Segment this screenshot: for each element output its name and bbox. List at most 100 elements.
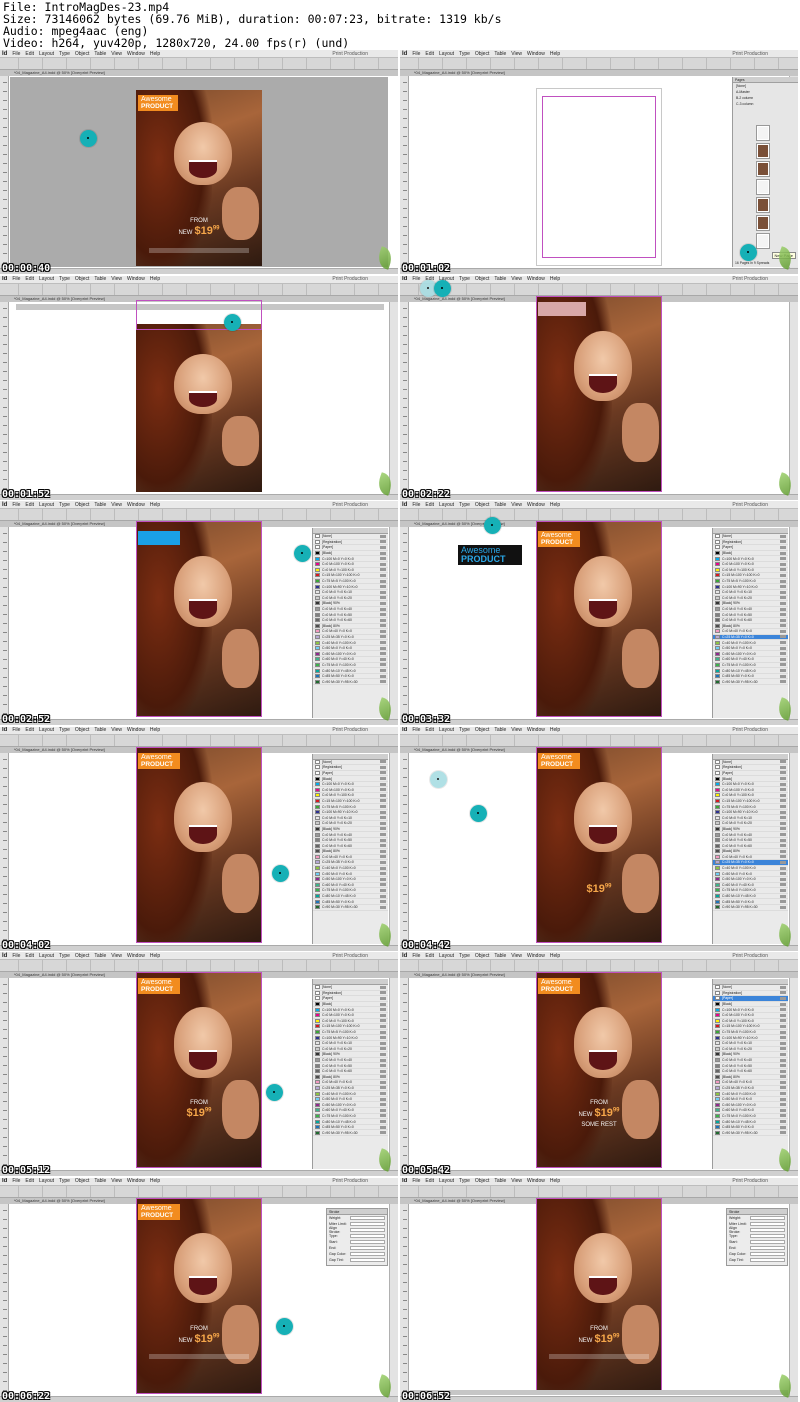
menu-view[interactable]: View [511, 51, 522, 57]
menu-layout[interactable]: Layout [39, 953, 54, 959]
menu-object[interactable]: Object [475, 727, 489, 733]
menu-edit[interactable]: Edit [425, 51, 434, 57]
document-tab[interactable]: *04_Magazine_A4.indd @ 50% [Overprint Pr… [0, 70, 398, 76]
menu-window[interactable]: Window [527, 953, 545, 959]
menu-type[interactable]: Type [459, 51, 470, 57]
menu-file[interactable]: File [412, 953, 420, 959]
menu-file[interactable]: File [412, 51, 420, 57]
menu-object[interactable]: Object [75, 51, 89, 57]
menu-edit[interactable]: Edit [25, 727, 34, 733]
menu-edit[interactable]: Edit [25, 502, 34, 508]
menu-layout[interactable]: Layout [439, 727, 454, 733]
menu-edit[interactable]: Edit [425, 953, 434, 959]
menu-view[interactable]: View [511, 953, 522, 959]
page-thumbnail[interactable] [757, 126, 769, 140]
control-panel[interactable] [0, 1185, 398, 1198]
panel-dock-strip[interactable] [389, 1203, 398, 1396]
stroke-option-row[interactable]: Gap Tint: [727, 1257, 787, 1263]
menu-window[interactable]: Window [127, 1178, 145, 1184]
menu-table[interactable]: Table [494, 1178, 506, 1184]
stroke-option-field[interactable] [750, 1221, 785, 1226]
control-panel[interactable] [0, 960, 398, 972]
stroke-option-field[interactable] [750, 1245, 785, 1250]
menu-file[interactable]: File [12, 502, 20, 508]
menu-window[interactable]: Window [127, 727, 145, 733]
workspace-switcher[interactable]: Print Production [332, 502, 398, 508]
menu-type[interactable]: Type [459, 953, 470, 959]
workspace-switcher[interactable]: Print Production [332, 953, 398, 959]
tools-panel[interactable] [400, 301, 409, 494]
menu-object[interactable]: Object [75, 1178, 89, 1184]
menu-object[interactable]: Object [475, 953, 489, 959]
menu-object[interactable]: Object [75, 727, 89, 733]
stroke-option-field[interactable] [750, 1215, 785, 1220]
product-tag[interactable]: Awesome PRODUCT [538, 752, 580, 769]
tools-panel[interactable] [400, 1203, 409, 1396]
page-thumbnail[interactable] [757, 234, 769, 248]
stroke-option-field[interactable] [350, 1239, 385, 1244]
panel-dock-strip[interactable] [389, 978, 398, 1170]
menu-view[interactable]: View [111, 51, 122, 57]
stroke-option-field[interactable] [350, 1221, 385, 1226]
tools-panel[interactable] [400, 752, 409, 945]
menu-file[interactable]: File [12, 727, 20, 733]
swatch-item[interactable]: C=90 M=30 Y=95 K=30 [713, 905, 788, 911]
menu-edit[interactable]: Edit [425, 502, 434, 508]
menu-table[interactable]: Table [94, 502, 106, 508]
product-tag[interactable]: Awesome PRODUCT [538, 978, 580, 994]
page-thumbnail[interactable] [757, 198, 769, 212]
menu-layout[interactable]: Layout [39, 51, 54, 57]
stroke-option-field[interactable] [350, 1257, 385, 1262]
control-panel[interactable] [0, 283, 398, 296]
menu-window[interactable]: Window [127, 953, 145, 959]
stroke-option-field[interactable] [750, 1233, 785, 1238]
stroke-option-field[interactable] [350, 1251, 385, 1256]
menu-edit[interactable]: Edit [25, 953, 34, 959]
menu-layout[interactable]: Layout [439, 51, 454, 57]
menu-table[interactable]: Table [494, 953, 506, 959]
menu-table[interactable]: Table [94, 276, 106, 282]
product-tag[interactable]: Awesome PRODUCT [138, 978, 180, 994]
menu-view[interactable]: View [511, 276, 522, 282]
product-tag[interactable]: Awesome PRODUCT [138, 95, 178, 111]
menu-help[interactable]: Help [150, 1178, 160, 1184]
control-panel[interactable] [400, 283, 798, 296]
menu-table[interactable]: Table [94, 51, 106, 57]
swatch-item[interactable]: C=90 M=30 Y=95 K=30 [313, 905, 388, 911]
product-tag[interactable] [538, 301, 586, 316]
workspace-switcher[interactable]: Print Production [332, 1178, 398, 1184]
menu-file[interactable]: File [12, 1178, 20, 1184]
control-panel[interactable] [0, 58, 398, 70]
swatch-item[interactable]: C=90 M=30 Y=95 K=30 [713, 679, 788, 686]
menu-help[interactable]: Help [150, 727, 160, 733]
menu-window[interactable]: Window [127, 51, 145, 57]
menu-layout[interactable]: Layout [39, 727, 54, 733]
control-panel[interactable] [400, 509, 798, 521]
product-tag[interactable] [138, 531, 180, 545]
tools-panel[interactable] [0, 752, 9, 945]
workspace-switcher[interactable]: Print Production [732, 727, 798, 733]
workspace-switcher[interactable]: Print Production [732, 51, 798, 57]
control-panel[interactable] [400, 734, 798, 747]
tools-panel[interactable] [0, 978, 9, 1170]
swatches-panel[interactable]: [None] [Registration] [Paper] [Black] C=100 … [312, 753, 388, 944]
product-tag[interactable]: Awesome PRODUCT [138, 752, 180, 769]
workspace-switcher[interactable]: Print Production [732, 502, 798, 508]
stroke-panel[interactable]: Stroke Weight: Miter Limit: Align Stroke: Ty… [726, 1207, 788, 1266]
menu-table[interactable]: Table [94, 727, 106, 733]
menu-file[interactable]: File [12, 953, 20, 959]
panel-dock-strip[interactable] [389, 752, 398, 945]
stroke-option-field[interactable] [750, 1227, 785, 1232]
menu-table[interactable]: Table [494, 502, 506, 508]
menu-object[interactable]: Object [475, 276, 489, 282]
menu-layout[interactable]: Layout [39, 276, 54, 282]
panel-dock-strip[interactable] [789, 527, 798, 719]
menu-table[interactable]: Table [494, 51, 506, 57]
panel-dock-strip[interactable] [789, 978, 798, 1170]
menu-edit[interactable]: Edit [425, 727, 434, 733]
panel-dock-strip[interactable] [789, 752, 798, 945]
panel-dock-strip[interactable] [789, 1203, 798, 1396]
control-panel[interactable] [400, 58, 798, 70]
menu-window[interactable]: Window [527, 1178, 545, 1184]
menu-table[interactable]: Table [94, 1178, 106, 1184]
